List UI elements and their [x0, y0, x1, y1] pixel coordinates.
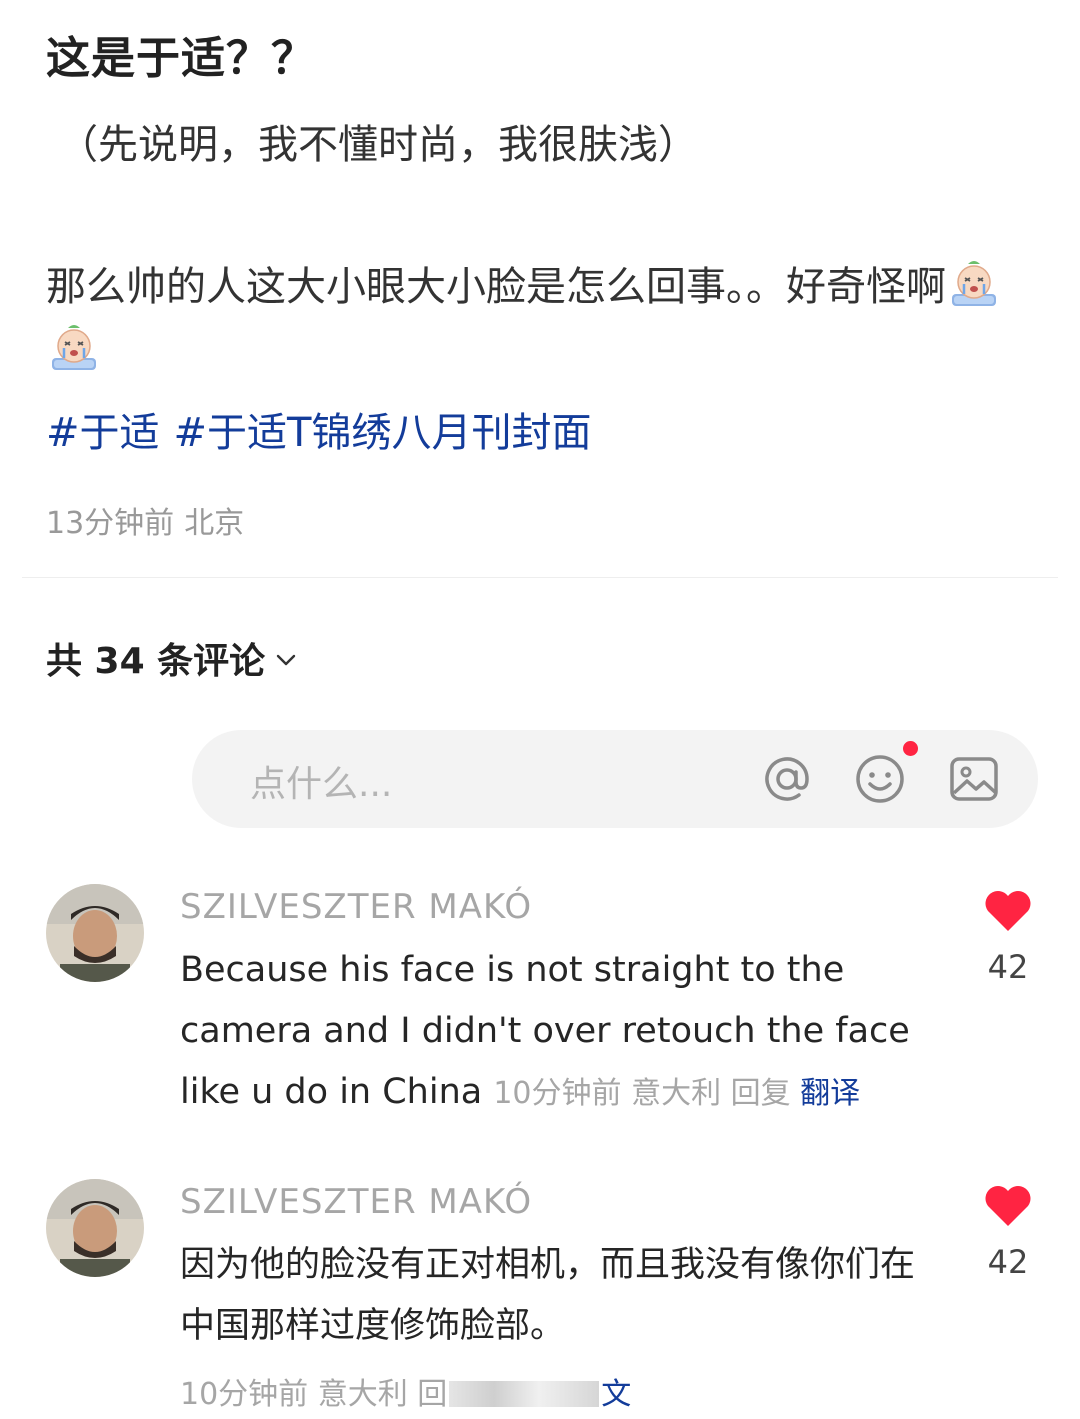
avatar[interactable] — [46, 884, 144, 982]
avatar[interactable] — [46, 1179, 144, 1277]
post-meta: 13分钟前 北京 — [46, 498, 244, 542]
avatar-image — [46, 1179, 144, 1277]
comments-count-dropdown[interactable]: 共 34 条评论 — [46, 632, 299, 684]
comment-author[interactable]: SZILVESZTER MAKÓ — [180, 887, 532, 927]
comment-time: 10分钟前 — [493, 1076, 622, 1111]
comment-author[interactable]: SZILVESZTER MAKÓ — [180, 1182, 532, 1222]
like-count: 42 — [987, 1243, 1029, 1281]
comment-location: 意大利 — [317, 1377, 408, 1412]
image-icon[interactable] — [946, 751, 1002, 807]
smile-icon[interactable] — [852, 751, 908, 807]
post-body-text: 那么帅的人这大小眼大小脸是怎么回事。。好奇怪啊 — [46, 264, 946, 310]
comment-body: 因为他的脸没有正对相机，而且我没有像你们在中国那样过度修饰脸部。 — [180, 1245, 916, 1346]
translate-button[interactable]: 文 — [601, 1377, 631, 1412]
post-subnote: （先说明，我不懂时尚，我很肤浅） — [58, 122, 698, 168]
comment-time: 10分钟前 — [180, 1377, 309, 1412]
at-icon[interactable] — [759, 751, 815, 807]
like-count: 42 — [987, 948, 1029, 986]
heart-icon[interactable] — [983, 1183, 1033, 1227]
notification-dot — [903, 741, 918, 756]
comments-count-label: 共 34 条评论 — [46, 641, 266, 682]
post-time: 13分钟前 — [46, 506, 175, 541]
crying-emoji-icon — [952, 261, 996, 306]
reply-button[interactable]: 回复 — [731, 1076, 791, 1111]
post-title: 这是于适？？ — [46, 33, 316, 84]
redacted-overlay — [449, 1381, 600, 1407]
post-location: 北京 — [184, 506, 245, 541]
comment-input-placeholder: 点什么... — [250, 764, 393, 805]
hashtag-list: #于适 #于适T锦绣八月刊封面 — [46, 400, 605, 458]
heart-icon[interactable] — [983, 888, 1033, 932]
translate-button[interactable]: 翻译 — [800, 1076, 860, 1111]
hashtag-link[interactable]: #于适 — [46, 410, 160, 456]
comment-text: 因为他的脸没有正对相机，而且我没有像你们在中国那样过度修饰脸部。 — [180, 1235, 940, 1357]
comment-location: 意大利 — [631, 1076, 722, 1111]
divider — [22, 577, 1058, 578]
post-body: 那么帅的人这大小眼大小脸是怎么回事。。好奇怪啊 — [46, 255, 1036, 383]
comment-meta: 10分钟前 意大利 回 文 — [180, 1369, 631, 1413]
crying-emoji-icon — [52, 325, 96, 370]
post-detail-page: 这是于适？？ （先说明，我不懂时尚，我很肤浅） 那么帅的人这大小眼大小脸是怎么回… — [0, 0, 1080, 1419]
avatar-image — [46, 884, 144, 982]
chevron-down-icon — [276, 654, 296, 666]
hashtag-link[interactable]: #于适T锦绣八月刊封面 — [174, 410, 592, 456]
comment-text: Because his face is not straight to the … — [180, 940, 940, 1124]
comment-meta: 10分钟前 意大利 回复 翻译 — [493, 1076, 860, 1111]
reply-button[interactable]: 回 — [417, 1377, 447, 1412]
